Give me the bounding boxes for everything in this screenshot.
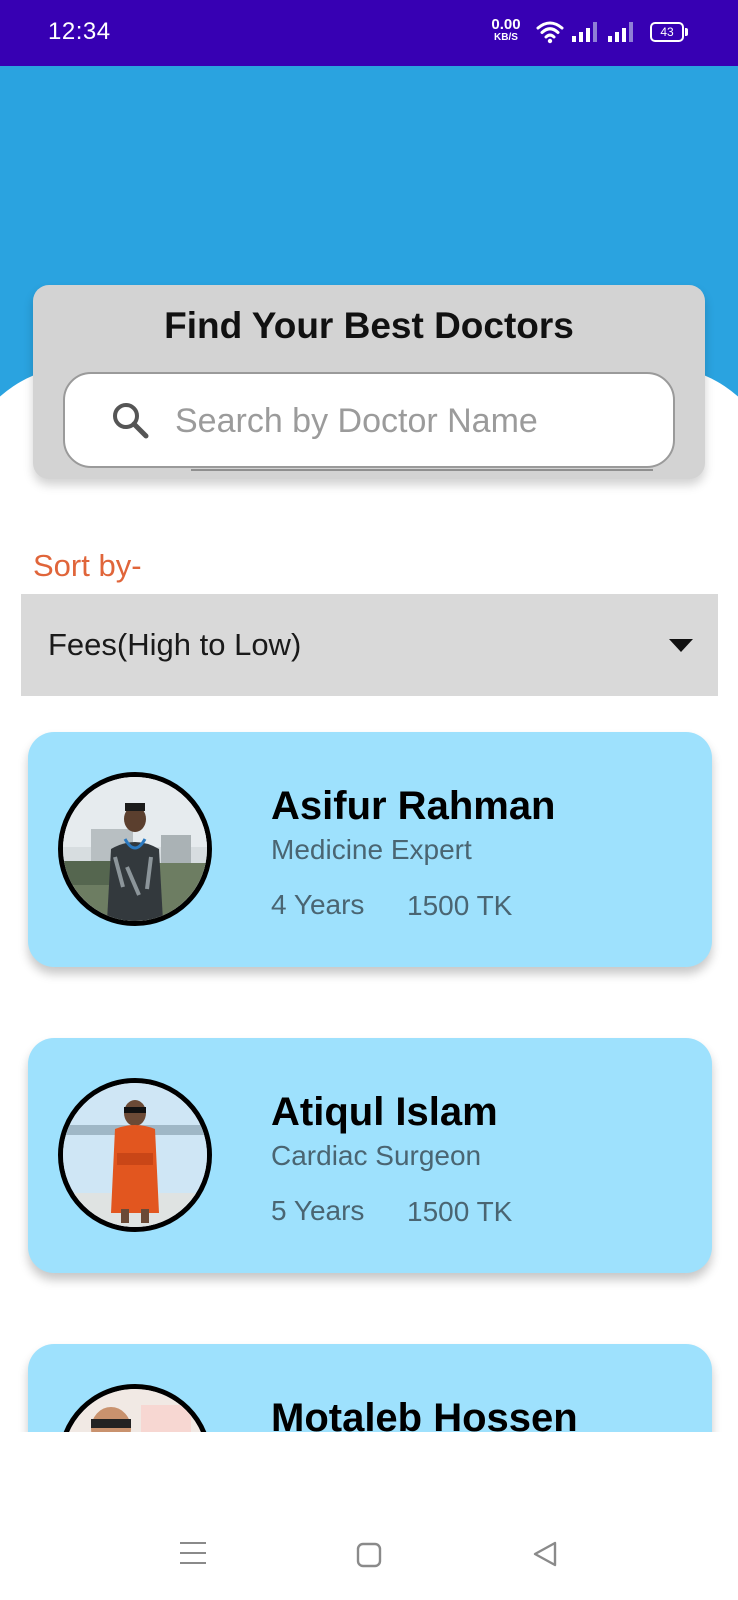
network-speed-value: 0.00 — [491, 16, 521, 33]
doctor-fee: 1500 TK — [407, 1196, 513, 1227]
network-speed-unit: KB/S — [494, 32, 518, 43]
doctor-card[interactable]: Asifur Rahman Medicine Expert 4 Years 15… — [28, 732, 712, 967]
signal-icon — [572, 22, 598, 47]
system-nav-bar — [0, 1432, 738, 1600]
chevron-down-icon — [669, 639, 693, 658]
battery-tip — [685, 28, 688, 36]
doctor-specialty: Medicine Expert — [271, 834, 472, 865]
doctor-specialty: Cardiac Surgeon — [271, 1140, 482, 1171]
home-square-icon[interactable] — [356, 1542, 382, 1573]
signal-icon-secondary — [608, 22, 634, 47]
avatar — [58, 1078, 212, 1232]
sort-selected-value: Fees(High to Low) — [48, 627, 302, 662]
search-field[interactable] — [63, 372, 675, 471]
search-icon — [111, 401, 151, 446]
doctor-name: Asifur Rahman — [271, 784, 556, 828]
doctor-name: Atiqul Islam — [271, 1090, 498, 1134]
battery-level: 43 — [650, 22, 684, 42]
doctor-fee: 1500 TK — [407, 890, 513, 921]
doctor-experience: 4 Years — [271, 889, 365, 920]
back-triangle-icon[interactable] — [532, 1540, 558, 1573]
doctor-experience: 5 Years — [271, 1195, 365, 1226]
avatar — [58, 772, 212, 926]
menu-icon[interactable] — [178, 1540, 208, 1571]
doctor-card[interactable]: Atiqul Islam Cardiac Surgeon 5 Years 150… — [28, 1038, 712, 1273]
search-underline — [191, 469, 653, 471]
status-time: 12:34 — [48, 18, 111, 45]
page-title: Find Your Best Doctors — [164, 305, 574, 346]
network-speed: 0.00 KB/S — [486, 17, 526, 43]
app-screen: 12:34 0.00 KB/S 43 Find Your Best Doctor… — [0, 0, 738, 1600]
search-card: Find Your Best Doctors — [33, 285, 705, 479]
sort-label: Sort by- — [33, 548, 142, 583]
status-bar: 12:34 0.00 KB/S 43 — [0, 0, 738, 66]
battery-icon: 43 — [650, 22, 688, 42]
sort-dropdown[interactable]: Fees(High to Low) — [21, 594, 718, 696]
search-input[interactable] — [175, 396, 645, 446]
wifi-icon — [536, 20, 564, 49]
